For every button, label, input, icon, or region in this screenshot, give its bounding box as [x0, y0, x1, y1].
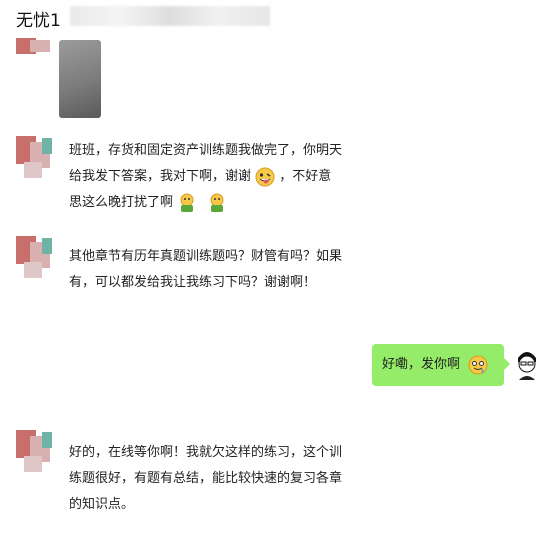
- image-message[interactable]: [59, 40, 101, 118]
- message-line-text: 思这么晚打扰了啊: [69, 195, 174, 210]
- message-line: 思这么晚打扰了啊: [69, 190, 369, 216]
- message-line-text: 给我发下答案，我对下啊，谢谢: [69, 169, 252, 184]
- message-line: 的知识点。: [69, 497, 135, 512]
- message-text: 好嘞，发你啊: [382, 357, 461, 372]
- message-line: 有，可以都发给我让我练习下吗？谢谢啊！: [69, 275, 317, 290]
- tongue-emoji-icon: [255, 167, 275, 186]
- contact-avatar[interactable]: [16, 236, 52, 278]
- drool-emoji-icon: [468, 355, 488, 375]
- thumb-emoji-icon: [210, 193, 224, 212]
- message-text: 好的，在线等你啊！我就欠这样的练习，这个训 练题很好，有题有总结，能比较快速的复…: [69, 440, 379, 518]
- message-line: 给我发下答案，我对下啊，谢谢 ，不好意: [69, 164, 369, 190]
- chat-title: 无忧1: [16, 11, 61, 31]
- thumb-emoji-icon: [180, 193, 194, 212]
- message-line: 练题很好，有题有总结，能比较快速的复习各章: [69, 471, 343, 486]
- message-text: 班班，存货和固定资产训练题我做完了，你明天 给我发下答案，我对下啊，谢谢 ，不好…: [69, 138, 369, 216]
- title-redaction: [70, 6, 270, 26]
- message-text: 其他章节有历年真题训练题吗？财管有吗？如果 有，可以都发给我让我练习下吗？谢谢啊…: [69, 244, 379, 296]
- message-line-text: ，不好意: [279, 169, 332, 184]
- message-line: 好的，在线等你啊！我就欠这样的练习，这个训: [69, 445, 343, 460]
- self-message-bubble[interactable]: 好嘞，发你啊: [372, 344, 510, 386]
- contact-avatar[interactable]: [16, 38, 50, 54]
- chat-header: 无忧1: [0, 0, 546, 34]
- contact-avatar[interactable]: [16, 136, 52, 178]
- self-avatar[interactable]: [510, 344, 544, 382]
- message-line: 班班，存货和固定资产训练题我做完了，你明天: [69, 143, 343, 158]
- contact-avatar[interactable]: [16, 430, 52, 472]
- message-line: 其他章节有历年真题训练题吗？财管有吗？如果: [69, 249, 343, 264]
